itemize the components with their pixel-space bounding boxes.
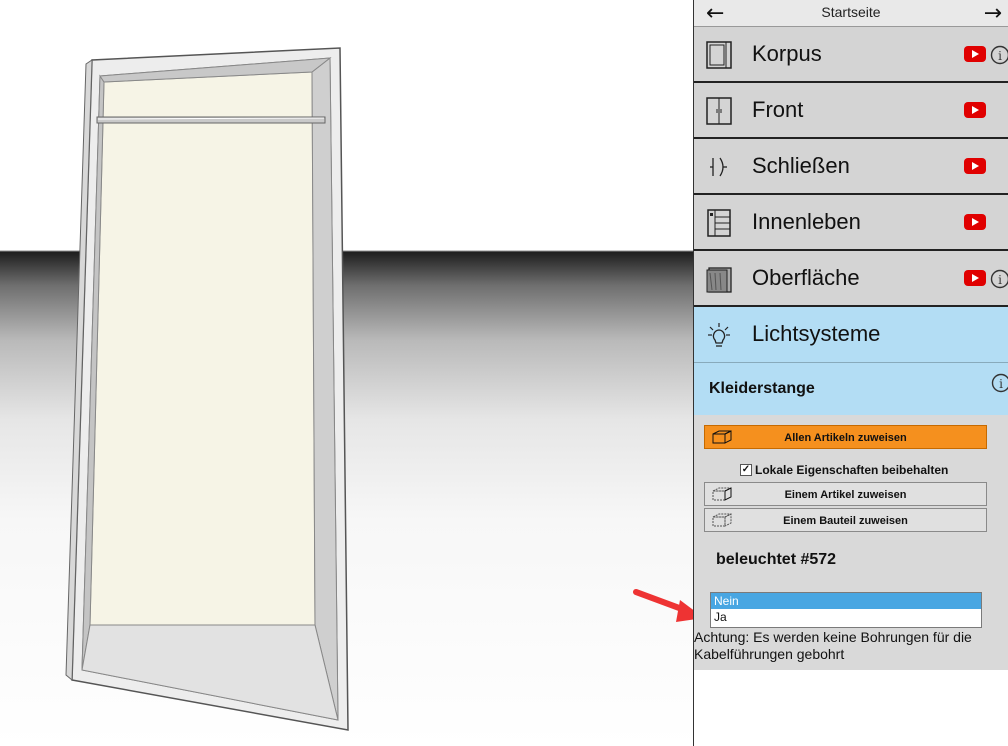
assign-article-button[interactable]: Einem Artikel zuweisen — [704, 482, 987, 506]
menu-item-front[interactable]: Front — [694, 83, 1008, 139]
property-label: beleuchtet #572 — [716, 551, 837, 568]
keep-local-label: Lokale Eigenschaften beibehalten — [755, 463, 949, 477]
youtube-icon[interactable] — [964, 101, 986, 119]
nav-title[interactable]: Startseite — [694, 4, 1008, 20]
menu-item-lichtsysteme[interactable]: Lichtsysteme — [694, 307, 1008, 363]
assign-part-label: Einem Bauteil zuweisen — [783, 515, 908, 527]
assign-all-button[interactable]: Allen Artikeln zuweisen — [704, 425, 987, 449]
illuminated-select[interactable]: Nein Ja — [710, 592, 982, 628]
menu-label-korpus: Korpus — [752, 41, 822, 66]
arrow-right-icon[interactable]: → — [984, 0, 1002, 27]
youtube-icon[interactable] — [964, 213, 986, 231]
info-icon[interactable]: i — [990, 45, 1008, 65]
configurator-window: ← Startseite → Korpus i Front Schließen … — [0, 0, 1008, 746]
door-front-icon — [706, 97, 732, 125]
menu-label-schliessen: Schließen — [752, 153, 850, 178]
youtube-icon[interactable] — [964, 269, 986, 287]
menu-item-oberflaeche[interactable]: Oberfläche i — [694, 251, 1008, 307]
svg-text:i: i — [999, 377, 1003, 391]
closing-icon — [710, 157, 727, 177]
surface-icon — [706, 267, 732, 293]
youtube-icon[interactable] — [964, 45, 986, 63]
option-nein[interactable]: Nein — [711, 593, 981, 609]
menu-label-lichtsysteme: Lichtsysteme — [752, 321, 881, 346]
interior-icon — [707, 209, 731, 237]
nav-bar: ← Startseite → — [694, 0, 1008, 27]
svg-text:i: i — [998, 273, 1002, 287]
checkbox-box[interactable]: ✓ — [740, 464, 752, 476]
keep-local-properties-checkbox[interactable]: ✓ Lokale Eigenschaften beibehalten — [740, 463, 948, 477]
wardrobe-3d-model[interactable] — [0, 0, 694, 746]
side-panel: ← Startseite → Korpus i Front Schließen … — [693, 0, 1008, 746]
menu-label-innenleben: Innenleben — [752, 209, 861, 234]
section-title: Kleiderstange — [709, 380, 815, 397]
menu-label-front: Front — [752, 97, 804, 122]
assign-all-label: Allen Artikeln zuweisen — [784, 432, 907, 444]
section-header: Kleiderstange i — [694, 363, 1008, 415]
info-icon[interactable]: i — [990, 269, 1008, 289]
youtube-icon[interactable] — [964, 157, 986, 175]
menu-item-korpus[interactable]: Korpus i — [694, 27, 1008, 83]
assign-article-label: Einem Artikel zuweisen — [784, 489, 907, 501]
warning-note: Achtung: Es werden keine Bohrungen für d… — [694, 628, 1008, 666]
menu-item-schliessen[interactable]: Schließen — [694, 139, 1008, 195]
option-ja[interactable]: Ja — [711, 609, 981, 625]
lightbulb-icon — [708, 323, 730, 347]
menu-label-oberflaeche: Oberfläche — [752, 265, 860, 290]
menu-item-innenleben[interactable]: Innenleben — [694, 195, 1008, 251]
info-icon[interactable]: i — [991, 373, 1008, 393]
assign-part-button[interactable]: Einem Bauteil zuweisen — [704, 508, 987, 532]
cabinet-body-icon — [706, 41, 732, 69]
svg-text:i: i — [998, 49, 1002, 63]
3d-viewport[interactable] — [0, 0, 694, 746]
